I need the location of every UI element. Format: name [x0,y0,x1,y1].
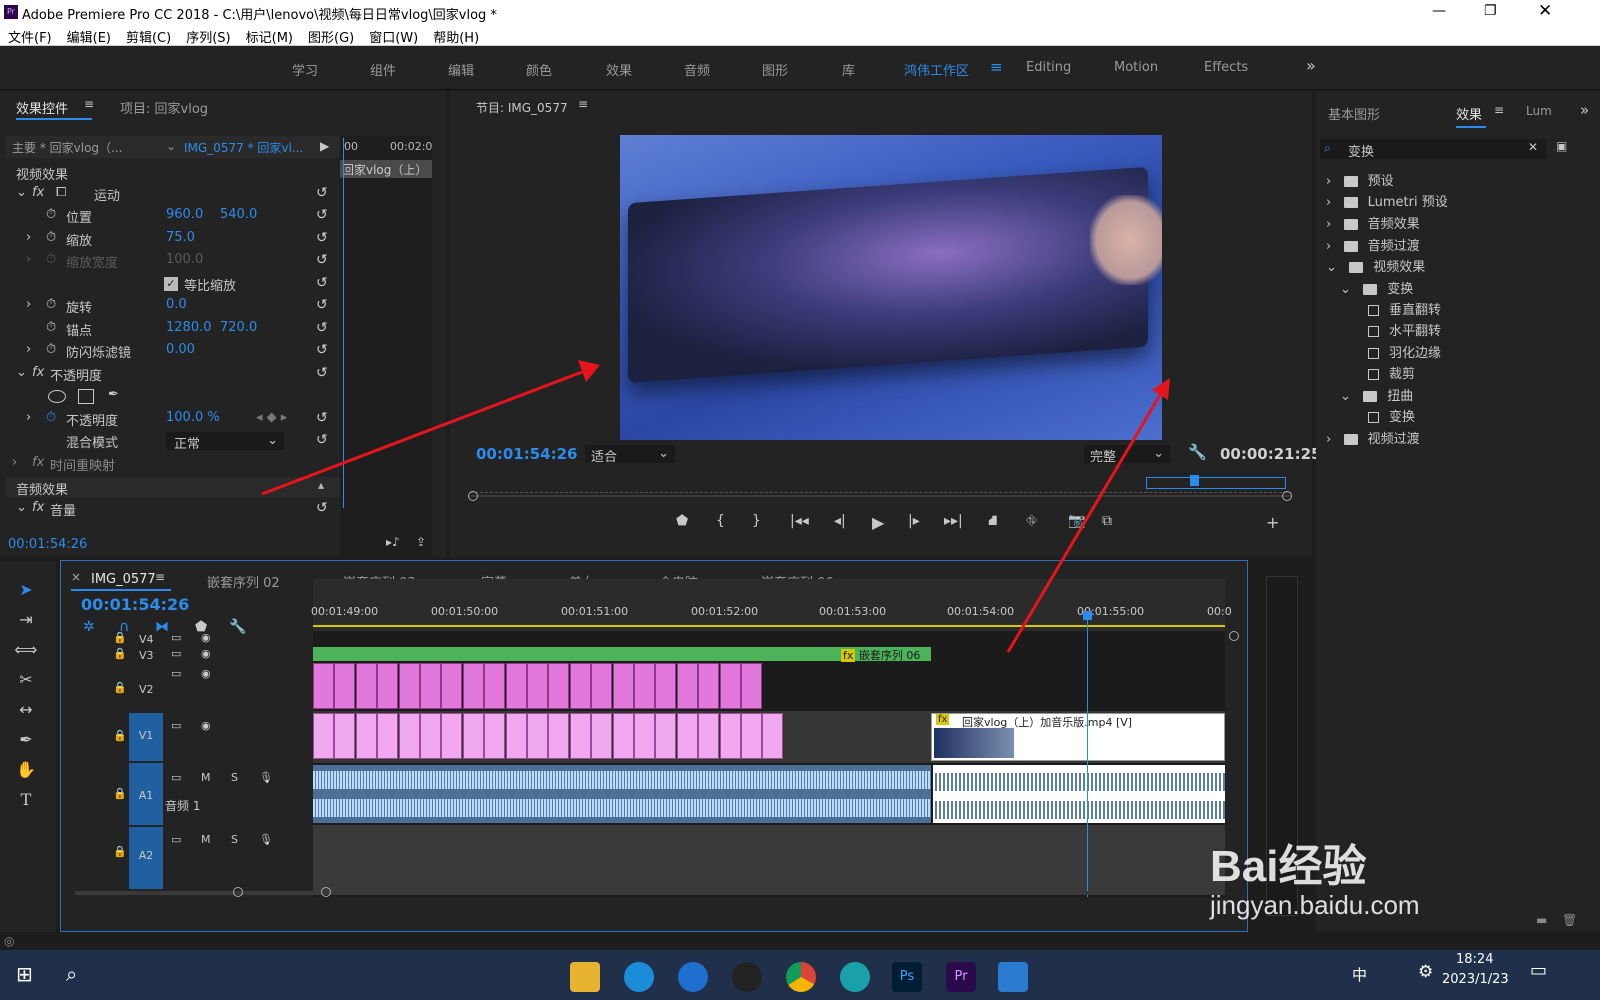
chrome-icon[interactable] [786,962,816,992]
annotation-arrow-left [261,370,583,496]
annotation-arrow-right [1006,394,1162,653]
premiere-taskbar-icon[interactable]: Pr [946,962,976,992]
arrowhead-icon [1152,378,1170,400]
qq-icon[interactable] [732,962,762,992]
watermark-url: jingyan.baidu.com [1210,890,1420,920]
search-icon[interactable]: ⌕ [66,962,77,986]
clock-date[interactable]: 2023/1/23 [1442,972,1509,987]
baidu-watermark: Bai经验 jingyan.baidu.com [1210,830,1420,921]
notepad-icon[interactable] [998,962,1028,992]
edge-legacy-icon[interactable] [678,962,708,992]
ime-indicator[interactable]: 中 [1352,964,1367,985]
photoshop-icon[interactable]: Ps [892,962,922,992]
watermark-logo-text: Bai经验 [1210,842,1367,891]
taskbar: ⊞ ⌕ Ps Pr 中 ⚙ 18:24 2023/1/23 ▭ [0,950,1600,1000]
settings-gear-icon[interactable]: ⚙ [1418,962,1433,982]
file-explorer-icon[interactable] [570,962,600,992]
edge-icon[interactable] [840,962,870,992]
status-strip: ◎ [0,934,1600,950]
status-icon: ◎ [4,934,15,948]
windows-start-icon[interactable]: ⊞ [16,962,33,986]
clock-time[interactable]: 18:24 [1456,952,1493,967]
browser-icon[interactable] [624,962,654,992]
notification-icon[interactable]: ▭ [1530,960,1547,981]
